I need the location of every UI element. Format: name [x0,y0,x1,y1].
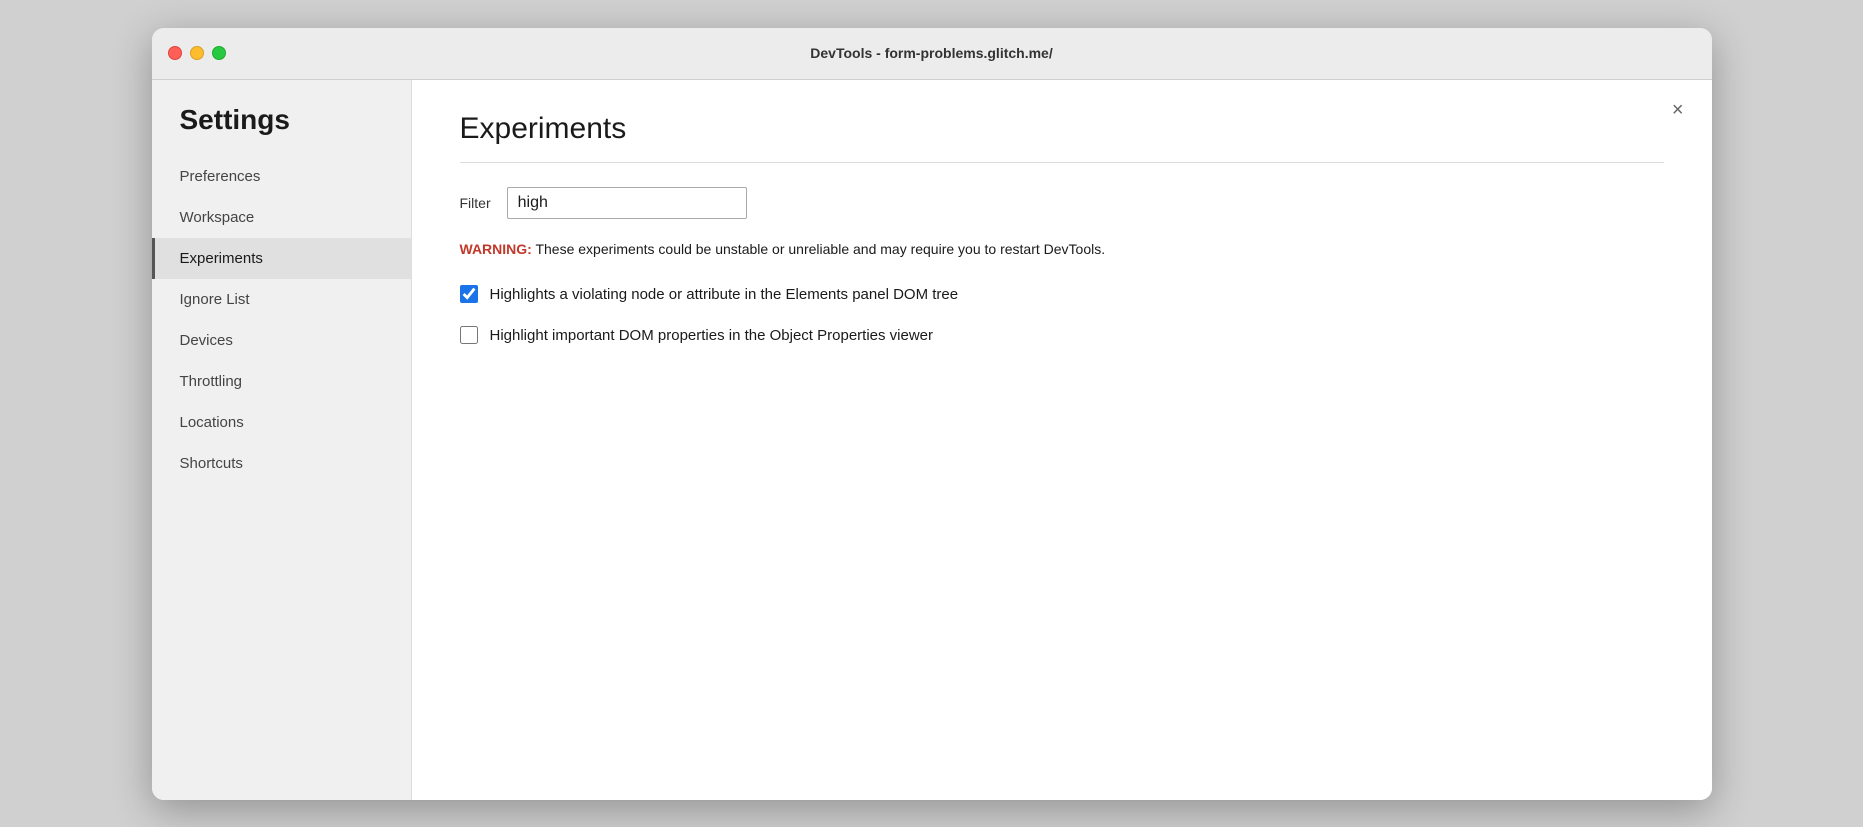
experiment-item-0: Highlights a violating node or attribute… [460,284,1664,305]
traffic-lights [168,46,226,60]
experiment-checkbox-0[interactable] [460,285,478,303]
sidebar: Settings PreferencesWorkspaceExperiments… [152,80,412,800]
sidebar-heading: Settings [152,104,411,156]
sidebar-item-workspace[interactable]: Workspace [152,197,411,238]
page-title: Experiments [460,112,1664,146]
sidebar-item-preferences[interactable]: Preferences [152,156,411,197]
sidebar-item-locations[interactable]: Locations [152,402,411,443]
titlebar: DevTools - form-problems.glitch.me/ [152,28,1712,80]
minimize-traffic-light[interactable] [190,46,204,60]
divider [460,162,1664,163]
filter-input[interactable] [507,187,747,219]
sidebar-item-shortcuts[interactable]: Shortcuts [152,443,411,484]
experiment-item-1: Highlight important DOM properties in th… [460,325,1664,346]
main-content: × Experiments Filter WARNING: These expe… [412,80,1712,800]
sidebar-item-devices[interactable]: Devices [152,320,411,361]
experiment-checkbox-1[interactable] [460,326,478,344]
filter-label: Filter [460,195,491,211]
sidebar-item-ignore-list[interactable]: Ignore List [152,279,411,320]
experiment-label-1: Highlight important DOM properties in th… [490,325,934,346]
close-button[interactable]: × [1672,100,1684,120]
devtools-window: DevTools - form-problems.glitch.me/ Sett… [152,28,1712,800]
experiments-list: Highlights a violating node or attribute… [460,284,1664,346]
sidebar-item-experiments[interactable]: Experiments [152,238,411,279]
window-body: Settings PreferencesWorkspaceExperiments… [152,80,1712,800]
warning-text: WARNING: These experiments could be unst… [460,239,1664,260]
experiment-label-0: Highlights a violating node or attribute… [490,284,959,305]
warning-message: These experiments could be unstable or u… [535,241,1105,257]
sidebar-item-throttling[interactable]: Throttling [152,361,411,402]
maximize-traffic-light[interactable] [212,46,226,60]
warning-label: WARNING: [460,241,532,257]
filter-row: Filter [460,187,1664,219]
titlebar-title: DevTools - form-problems.glitch.me/ [810,45,1052,61]
close-traffic-light[interactable] [168,46,182,60]
